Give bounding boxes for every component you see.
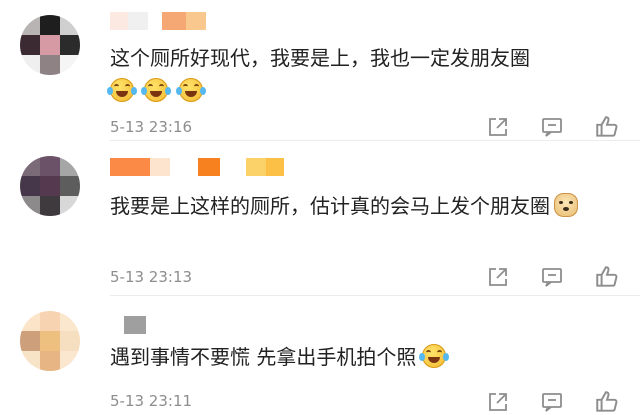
avatar-pixel [60, 176, 80, 196]
avatar-pixel [60, 156, 80, 176]
avatar-pixel [20, 156, 40, 176]
username-pixel [124, 316, 146, 334]
avatar-pixel [40, 55, 60, 75]
comment-item: 这个厕所好现代，我要是上，我也一定发朋友圈 5-13 23:16 [0, 0, 640, 140]
username-pixel [186, 12, 206, 30]
thumbs-up-icon[interactable] [594, 114, 620, 140]
timestamp: 5-13 23:16 [110, 118, 193, 136]
username-pixel [246, 158, 266, 176]
username[interactable] [110, 158, 284, 176]
avatar-pixel [60, 15, 80, 35]
username[interactable] [110, 316, 146, 334]
comment-text: 遇到事情不要慌 先拿出手机拍个照 [110, 342, 620, 372]
username-pixel [162, 12, 186, 30]
username-pixel [150, 158, 170, 176]
username-pixel [110, 12, 128, 30]
comment-icon[interactable] [540, 265, 564, 289]
avatar-pixel [20, 15, 40, 35]
laugh-cry-emoji [107, 78, 137, 102]
emoji-row [107, 76, 620, 106]
thumbs-up-icon[interactable] [594, 264, 620, 290]
username-pixel [148, 12, 162, 30]
avatar-pixel [20, 311, 40, 331]
comment-text-content: 这个厕所好现代，我要是上，我也一定发朋友圈 [110, 46, 530, 70]
username-pixel [110, 316, 124, 334]
username-pixel [128, 12, 148, 30]
avatar[interactable] [20, 156, 80, 216]
avatar-pixel [20, 196, 40, 216]
share-icon[interactable] [486, 115, 510, 139]
avatar-pixel [60, 331, 80, 351]
avatar[interactable] [20, 15, 80, 75]
action-bar [486, 114, 620, 140]
comment-item: 遇到事情不要慌 先拿出手机拍个照 5-13 23:11 [0, 296, 640, 415]
avatar-pixel [20, 176, 40, 196]
share-icon[interactable] [486, 265, 510, 289]
action-bar [486, 264, 620, 290]
laugh-cry-emoji [141, 78, 172, 102]
avatar-pixel [40, 15, 60, 35]
avatar-pixel [20, 55, 40, 75]
thumbs-up-icon[interactable] [594, 389, 620, 415]
avatar-pixel [20, 331, 40, 351]
share-icon[interactable] [486, 390, 510, 414]
laugh-cry-emoji [175, 78, 206, 102]
username-pixel [220, 158, 246, 176]
comment-item: 我要是上这样的厕所，估计真的会马上发个朋友圈 5-13 23:13 [0, 141, 640, 290]
avatar[interactable] [20, 311, 80, 371]
avatar-pixel [20, 35, 40, 55]
avatar-pixel [40, 196, 60, 216]
avatar-pixel [60, 35, 80, 55]
avatar-pixel [40, 351, 60, 371]
avatar-pixel [60, 311, 80, 331]
username-pixel [266, 158, 284, 176]
action-bar [486, 389, 620, 415]
comment-icon[interactable] [540, 390, 564, 414]
username-pixel [110, 158, 150, 176]
comment-text: 这个厕所好现代，我要是上，我也一定发朋友圈 [110, 43, 620, 73]
avatar-pixel [60, 351, 80, 371]
comment-text-content: 我要是上这样的厕所，估计真的会马上发个朋友圈 [110, 194, 550, 218]
doge-emoji [554, 193, 578, 217]
comment-icon[interactable] [540, 115, 564, 139]
avatar-pixel [40, 331, 60, 351]
avatar-pixel [40, 35, 60, 55]
username-pixel [170, 158, 198, 176]
timestamp: 5-13 23:13 [110, 268, 193, 286]
avatar-pixel [40, 311, 60, 331]
comment-text: 我要是上这样的厕所，估计真的会马上发个朋友圈 [110, 191, 620, 221]
comment-text-content: 遇到事情不要慌 先拿出手机拍个照 [110, 345, 417, 369]
avatar-pixel [40, 176, 60, 196]
username-pixel [198, 158, 220, 176]
avatar-pixel [60, 55, 80, 75]
avatar-pixel [40, 156, 60, 176]
laugh-cry-emoji [419, 344, 450, 368]
timestamp: 5-13 23:11 [110, 392, 193, 410]
avatar-pixel [20, 351, 40, 371]
username[interactable] [110, 12, 206, 30]
avatar-pixel [60, 196, 80, 216]
